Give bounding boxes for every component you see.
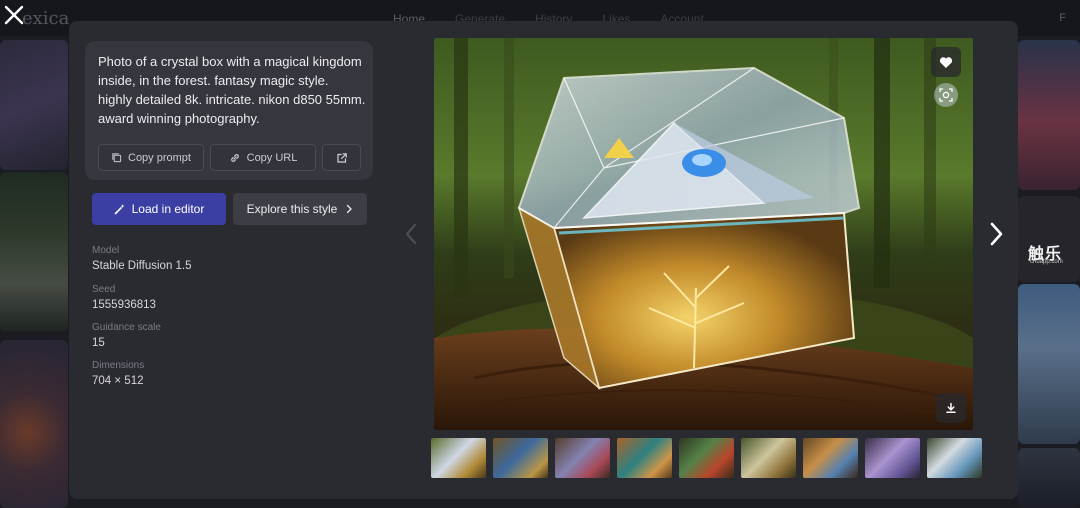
magic-wand-icon bbox=[114, 204, 125, 215]
meta-value: 15 bbox=[92, 337, 105, 349]
external-link-icon bbox=[336, 152, 347, 163]
prompt-card: Photo of a crystal box with a magical ki… bbox=[85, 41, 373, 180]
meta-guidance-scale: Guidance scale 15 bbox=[92, 322, 161, 350]
avatar: F bbox=[1059, 12, 1066, 24]
chevron-right-icon bbox=[990, 222, 1003, 246]
close-icon bbox=[4, 5, 24, 25]
crystal-box-artwork bbox=[434, 38, 973, 430]
generated-image[interactable] bbox=[434, 38, 973, 430]
next-image-button[interactable] bbox=[984, 220, 1008, 248]
meta-label: Model bbox=[92, 245, 120, 256]
meta-label: Dimensions bbox=[92, 360, 145, 371]
load-in-editor-label: Load in editor bbox=[131, 202, 205, 216]
thumbnail[interactable] bbox=[803, 438, 858, 478]
thumbnail[interactable] bbox=[927, 438, 982, 478]
background-thumbnail bbox=[1018, 284, 1080, 444]
thumbnail-strip bbox=[431, 438, 982, 478]
thumbnail[interactable] bbox=[431, 438, 486, 478]
image-detail-modal: Photo of a crystal box with a magical ki… bbox=[69, 21, 1018, 499]
previous-image-button[interactable] bbox=[399, 221, 423, 247]
meta-label: Guidance scale bbox=[92, 322, 161, 333]
copy-icon bbox=[112, 153, 122, 163]
background-thumbnail bbox=[1018, 448, 1080, 508]
background-thumbnail bbox=[0, 340, 68, 508]
copy-url-label: Copy URL bbox=[246, 151, 298, 164]
image-search-icon bbox=[939, 88, 953, 102]
chevron-right-icon bbox=[347, 204, 353, 214]
watermark-url: chuapp.com bbox=[1030, 259, 1063, 265]
copy-prompt-label: Copy prompt bbox=[128, 151, 191, 164]
thumbnail[interactable] bbox=[617, 438, 672, 478]
link-icon bbox=[230, 153, 239, 162]
thumbnail[interactable] bbox=[741, 438, 796, 478]
site-logo: exica bbox=[22, 8, 70, 29]
background-thumbnail bbox=[0, 40, 68, 170]
thumbnail[interactable] bbox=[493, 438, 548, 478]
like-button[interactable] bbox=[931, 47, 961, 77]
prompt-text: Photo of a crystal box with a magical ki… bbox=[98, 54, 366, 126]
meta-dimensions: Dimensions 704 × 512 bbox=[92, 360, 144, 388]
meta-model: Model Stable Diffusion 1.5 bbox=[92, 245, 192, 273]
heart-icon bbox=[939, 56, 953, 68]
meta-value: 704 × 512 bbox=[92, 375, 144, 387]
background-thumbnail bbox=[1018, 40, 1080, 190]
meta-value: Stable Diffusion 1.5 bbox=[92, 260, 192, 272]
background-thumbnail bbox=[1018, 196, 1080, 282]
meta-label: Seed bbox=[92, 284, 116, 295]
chevron-left-icon bbox=[405, 223, 417, 245]
search-similar-button[interactable] bbox=[934, 83, 958, 107]
load-in-editor-button[interactable]: Load in editor bbox=[92, 193, 226, 225]
explore-style-button[interactable]: Explore this style bbox=[233, 193, 367, 225]
thumbnail[interactable] bbox=[555, 438, 610, 478]
explore-style-label: Explore this style bbox=[246, 202, 338, 216]
meta-value: 1555936813 bbox=[92, 299, 156, 311]
copy-url-button[interactable]: Copy URL bbox=[210, 144, 316, 171]
copy-prompt-button[interactable]: Copy prompt bbox=[98, 144, 204, 171]
open-in-new-tab-button[interactable] bbox=[322, 144, 361, 171]
download-icon bbox=[946, 402, 956, 414]
background-thumbnail bbox=[0, 172, 68, 332]
download-button[interactable] bbox=[936, 393, 966, 423]
thumbnail[interactable] bbox=[679, 438, 734, 478]
close-button[interactable] bbox=[2, 3, 26, 27]
thumbnail[interactable] bbox=[865, 438, 920, 478]
meta-seed: Seed 1555936813 bbox=[92, 284, 156, 312]
